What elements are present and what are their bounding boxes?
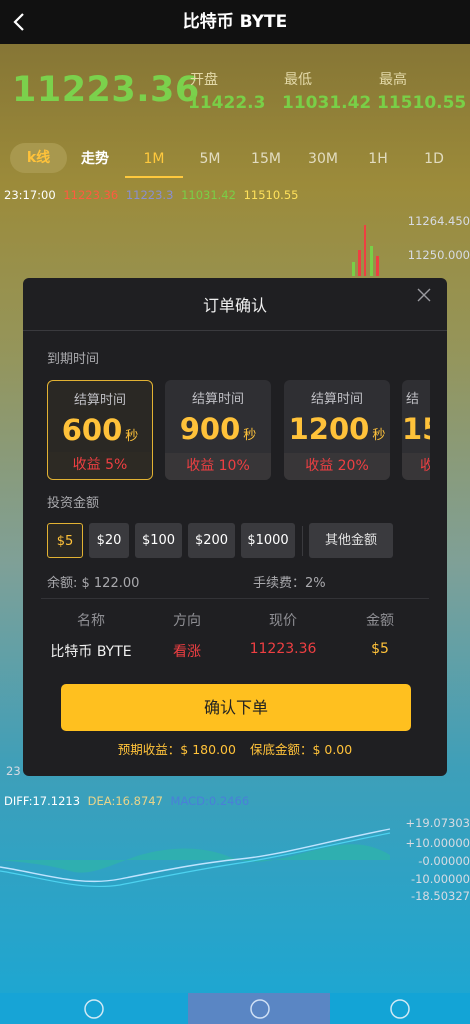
col-amount: 金额 [366,613,394,629]
col-price: 现价 [269,613,297,629]
yen-icon [250,999,270,1019]
page-title: 比特币 BYTE [182,12,288,32]
low-label: 最低 [284,72,312,88]
macd-axis-label: +10.00000 [405,836,470,850]
order-amount: $5 [371,641,389,657]
close-icon[interactable] [413,284,435,306]
order-confirm-dialog: 订单确认 到期时间 结算时间 600 秒 收益 5% 结算时间 900 秒 收益 1… [23,278,447,776]
card-profit: 收益 10% [165,453,271,480]
ohlc-readout: 23:17:00 11223.36 11223.3 11031.42 11510… [4,188,298,202]
tab-15m[interactable]: 15M [243,140,289,178]
macd-dea: DEA:16.8747 [87,794,163,808]
high-label: 最高 [379,72,407,88]
top-bar: 比特币 BYTE [0,0,470,44]
high-value: 11510.55 [377,93,467,113]
tab-30m[interactable]: 30M [300,140,346,178]
macd-legend: DIFF:17.1213 DEA:16.8747 MACD:0.2466 [4,794,249,808]
amount-option[interactable]: $20 [89,523,129,558]
balance-text: 余额: $ 122.00 [47,576,140,591]
candle [370,246,373,276]
card-seconds: 900 秒 [179,412,257,446]
card-profit: 收益 20% [284,453,390,480]
card-label: 结算时间 [73,393,126,408]
ohlc-high: 11223.3 [125,188,174,202]
confirm-order-button[interactable]: 确认下单 [61,684,411,731]
divider [41,598,429,599]
card-label: 结算时间 [191,392,244,407]
bottom-nav [0,993,470,1024]
back-arrow-icon[interactable] [8,8,34,36]
macd-axis-label: -18.50327 [410,889,470,903]
card-label: 结算时间 [310,392,363,407]
open-label: 开盘 [190,72,218,88]
deposit-amount: 保底金额：$ 0.00 [249,742,353,757]
price-axis-label: 11264.450 [407,214,470,228]
expire-option-partial[interactable]: 结 15 收 [402,380,430,480]
candle [376,256,379,276]
ohlc-time: 23:17:00 [4,188,56,202]
tab-1m[interactable]: 1M [125,140,183,178]
low-value: 11031.42 [282,93,372,113]
amount-option[interactable]: $1000 [241,523,295,558]
nav-item-coins[interactable] [0,993,188,1024]
ohlc-open: 11223.36 [63,188,119,202]
col-name: 名称 [77,613,105,629]
current-price: 11223.36 [12,70,200,110]
ohlc-close: 11510.55 [243,188,299,202]
open-value: 11422.3 [188,93,266,113]
card-seconds: 15 [402,412,430,446]
divider [302,526,303,556]
tab-kline[interactable]: k线 [10,143,67,173]
nav-item-trade[interactable] [330,993,470,1024]
expire-option-1200[interactable]: 结算时间 1200 秒 收益 20% [284,380,390,480]
ohlc-low: 11031.42 [181,188,236,202]
order-price: 11223.36 [249,641,317,657]
macd-axis-label: -0.00000 [418,854,470,868]
expire-option-600[interactable]: 结算时间 600 秒 收益 5% [47,380,153,480]
time-axis-label: 23 [6,764,21,778]
order-name: 比特币 BYTE [50,644,132,660]
expected-profit: 预期收益：$ 180.00 [117,742,236,757]
interval-tabs: k线 走势 1M 5M 15M 30M 1H 1D [0,140,470,178]
divider [23,330,447,331]
expire-option-900[interactable]: 结算时间 900 秒 收益 10% [165,380,271,480]
tab-trend[interactable]: 走势 [70,140,120,178]
price-axis-label: 11250.000 [407,248,470,262]
candle [352,262,355,276]
card-seconds: 600 秒 [61,413,139,447]
card-seconds: 1200 秒 [288,412,386,446]
coins-icon [84,999,104,1019]
order-direction: 看涨 [173,644,201,660]
amount-option[interactable]: $5 [47,523,83,558]
tab-1h[interactable]: 1H [360,140,396,178]
nav-item-yen[interactable] [188,993,330,1024]
tab-1d[interactable]: 1D [416,140,452,178]
macd-diff: DIFF:17.1213 [4,794,81,808]
macd-axis-label: -10.00000 [410,872,470,886]
card-profit: 收益 5% [48,452,152,479]
macd-axis-label: +19.07303 [405,816,470,830]
card-profit: 收 [402,453,430,480]
candle [358,250,361,276]
amount-option[interactable]: $200 [188,523,235,558]
amount-option[interactable]: $100 [135,523,182,558]
card-label: 结 [406,392,420,407]
trade-icon [390,999,410,1019]
expire-label: 到期时间 [47,352,100,367]
macd-chart [0,828,391,888]
other-amount-button[interactable]: 其他金额 [309,523,393,558]
fee-text: 手续费：2% [253,576,326,591]
candle [364,225,366,276]
col-direction: 方向 [173,613,201,629]
dialog-title: 订单确认 [202,296,267,315]
order-summary: 预期收益：$ 180.00 保底金额：$ 0.00 [23,739,447,758]
tab-5m[interactable]: 5M [190,140,230,178]
invest-label: 投资金额 [47,496,100,511]
macd-value: MACD:0.2466 [170,794,250,808]
